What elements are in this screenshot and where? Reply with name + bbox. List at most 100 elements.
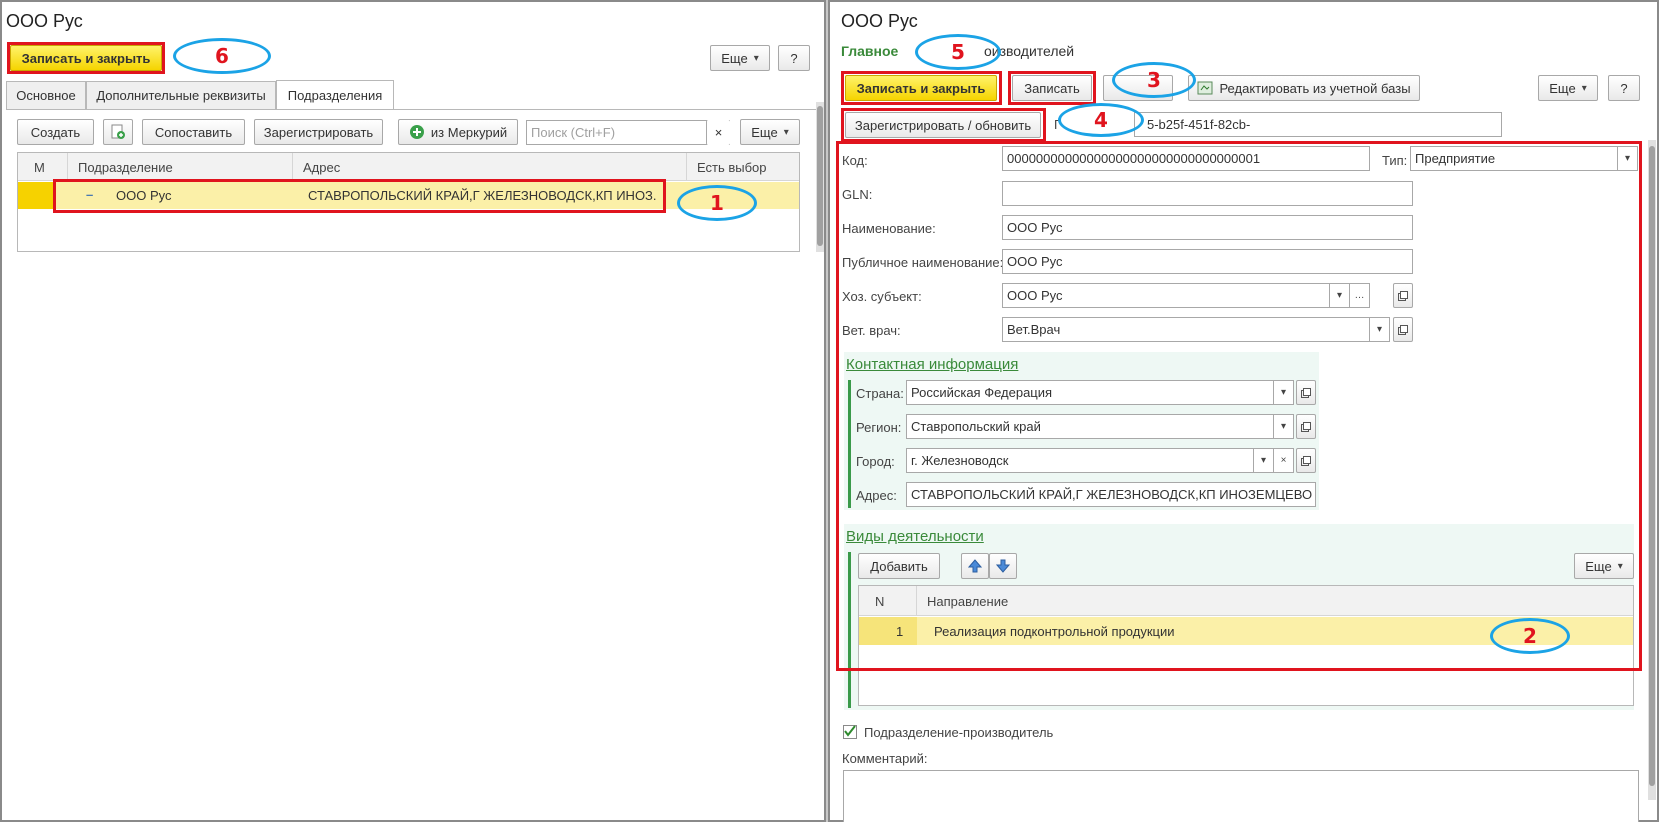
address-field[interactable]: СТАВРОПОЛЬСКИЙ КРАЙ,Г ЖЕЛЕЗНОВОДСК,КП ИН… — [906, 482, 1316, 507]
row-subdivision-name: ООО Рус — [116, 188, 172, 203]
city-select[interactable]: г. Железноводск ▾ × — [906, 448, 1294, 473]
table-row[interactable]: 1 Реализация подконтрольной продукции — [859, 617, 1633, 645]
search-clear-button[interactable]: × — [706, 120, 730, 145]
activity-direction: Реализация подконтрольной продукции — [934, 624, 1175, 639]
mercury-icon — [409, 125, 424, 139]
col-m[interactable]: М — [18, 153, 68, 181]
country-label: Страна: — [856, 386, 904, 401]
vet-open-button[interactable] — [1393, 317, 1413, 342]
left-help-button[interactable]: ? — [778, 45, 810, 71]
subject-select[interactable]: ООО Рус ▾ … — [1002, 283, 1370, 308]
arrow-down-icon — [996, 559, 1010, 573]
create-button[interactable]: Создать — [17, 119, 94, 145]
match-button[interactable]: Сопоставить — [142, 119, 245, 145]
type-select[interactable]: Предприятие ▾ — [1410, 146, 1638, 171]
public-name-field[interactable]: ООО Рус — [1002, 249, 1413, 274]
gln-field[interactable] — [1002, 181, 1413, 206]
activities-header[interactable]: Виды деятельности — [846, 528, 984, 545]
city-label: Город: — [856, 454, 895, 469]
subdivisions-table: М Подразделение Адрес Есть выбор – ООО Р… — [17, 152, 800, 252]
vet-dropdown-icon[interactable]: ▾ — [1369, 318, 1389, 341]
region-open-button[interactable] — [1296, 414, 1316, 439]
left-more-button[interactable]: Еще — [710, 45, 770, 71]
activities-more-label: Еще — [1585, 558, 1612, 574]
right-save-close-button[interactable]: Записать и закрыть — [845, 75, 997, 101]
region-select[interactable]: Ставропольский край ▾ — [906, 414, 1294, 439]
edit-from-base-label: Редактировать из учетной базы — [1219, 80, 1411, 96]
nav-producers-link[interactable]: оизводителей — [984, 43, 1074, 59]
open-window-icon — [1301, 455, 1311, 466]
guid-field[interactable]: 5-b25f-451f-82cb- — [1134, 112, 1502, 137]
from-mercury-button[interactable]: из Меркурий — [398, 119, 518, 145]
producer-checkbox[interactable] — [843, 725, 857, 739]
col-subdivision[interactable]: Подразделение — [68, 153, 293, 181]
move-up-button[interactable] — [961, 553, 989, 579]
code-field[interactable]: 00000000000000000000000000000000001 — [1002, 146, 1370, 171]
activities-table: N Направление 1 Реализация подконтрольно… — [858, 585, 1634, 706]
right-help-button[interactable]: ? — [1608, 75, 1640, 101]
public-name-label: Публичное наименование: — [842, 255, 1004, 270]
nav-main-link[interactable]: Главное — [841, 43, 898, 59]
name-label: Наименование: — [842, 221, 936, 236]
activities-table-header: N Направление — [859, 586, 1633, 616]
right-more-label: Еще — [1549, 80, 1576, 96]
open-window-icon — [1398, 324, 1408, 335]
left-scrollbar[interactable] — [816, 102, 824, 252]
left-page-title: ООО Рус — [6, 11, 83, 31]
guid-prefix-label: Г — [1054, 117, 1062, 132]
col-has-choice[interactable]: Есть выбор — [687, 153, 801, 181]
table-row[interactable]: – ООО Рус СТАВРОПОЛЬСКИЙ КРАЙ,Г ЖЕЛЕЗНОВ… — [18, 182, 799, 209]
country-dropdown-icon[interactable]: ▾ — [1273, 381, 1293, 404]
region-value: Ставропольский край — [911, 419, 1041, 434]
tab-main[interactable]: Основное — [6, 81, 86, 109]
right-hidden-button[interactable] — [1103, 75, 1173, 101]
country-select[interactable]: Российская Федерация ▾ — [906, 380, 1294, 405]
subject-dropdown-icon[interactable]: ▾ — [1329, 284, 1349, 307]
vet-label: Вет. врач: — [842, 323, 901, 338]
col-n[interactable]: N — [859, 586, 917, 616]
activities-more-button[interactable]: Еще — [1574, 553, 1634, 579]
gln-label: GLN: — [842, 187, 873, 202]
producer-checkbox-label[interactable]: Подразделение-производитель — [864, 725, 1053, 740]
vet-select[interactable]: Вет.Врач ▾ — [1002, 317, 1390, 342]
guid-suffix: 5-b25f-451f-82cb- — [1147, 117, 1251, 132]
comment-field[interactable] — [843, 770, 1639, 822]
contact-group-bar — [848, 380, 851, 508]
left-save-close-button[interactable]: Записать и закрыть — [10, 45, 162, 71]
city-dropdown-icon[interactable]: ▾ — [1253, 449, 1273, 472]
register-update-button[interactable]: Зарегистрировать / обновить — [845, 112, 1041, 138]
city-open-button[interactable] — [1296, 448, 1316, 473]
checkmark-icon — [844, 725, 856, 737]
subject-open-button[interactable] — [1393, 283, 1413, 308]
open-window-icon — [1301, 421, 1311, 432]
type-dropdown-icon[interactable]: ▾ — [1617, 147, 1637, 170]
table-header: М Подразделение Адрес Есть выбор — [18, 153, 799, 181]
tab-subdivisions[interactable]: Подразделения — [276, 80, 394, 110]
country-open-button[interactable] — [1296, 380, 1316, 405]
region-dropdown-icon[interactable]: ▾ — [1273, 415, 1293, 438]
right-more-button[interactable]: Еще — [1538, 75, 1598, 101]
type-value: Предприятие — [1415, 151, 1496, 166]
copy-button[interactable] — [103, 119, 133, 145]
name-field[interactable]: ООО Рус — [1002, 215, 1413, 240]
code-label: Код: — [842, 153, 868, 168]
left-toolbar-more-button[interactable]: Еще — [740, 119, 800, 145]
vet-value: Вет.Врач — [1007, 322, 1061, 337]
right-save-button[interactable]: Записать — [1012, 75, 1092, 101]
right-scrollbar[interactable] — [1648, 140, 1656, 800]
left-search-input[interactable]: Поиск (Ctrl+F) — [526, 120, 730, 145]
col-address[interactable]: Адрес — [293, 153, 687, 181]
register-button[interactable]: Зарегистрировать — [254, 119, 383, 145]
open-window-icon — [1398, 290, 1408, 301]
arrow-up-icon — [968, 559, 982, 573]
contact-info-header[interactable]: Контактная информация — [846, 356, 1018, 373]
col-direction[interactable]: Направление — [917, 586, 1635, 616]
city-clear-icon[interactable]: × — [1273, 449, 1293, 472]
type-label: Тип: — [1382, 153, 1408, 168]
add-activity-button[interactable]: Добавить — [858, 553, 940, 579]
subject-choose-icon[interactable]: … — [1349, 284, 1369, 307]
edit-from-base-button[interactable]: Редактировать из учетной базы — [1188, 75, 1420, 101]
row-address: СТАВРОПОЛЬСКИЙ КРАЙ,Г ЖЕЛЕЗНОВОДСК,КП ИН… — [308, 188, 657, 203]
move-down-button[interactable] — [989, 553, 1017, 579]
tab-additional-props[interactable]: Дополнительные реквизиты — [86, 81, 276, 109]
